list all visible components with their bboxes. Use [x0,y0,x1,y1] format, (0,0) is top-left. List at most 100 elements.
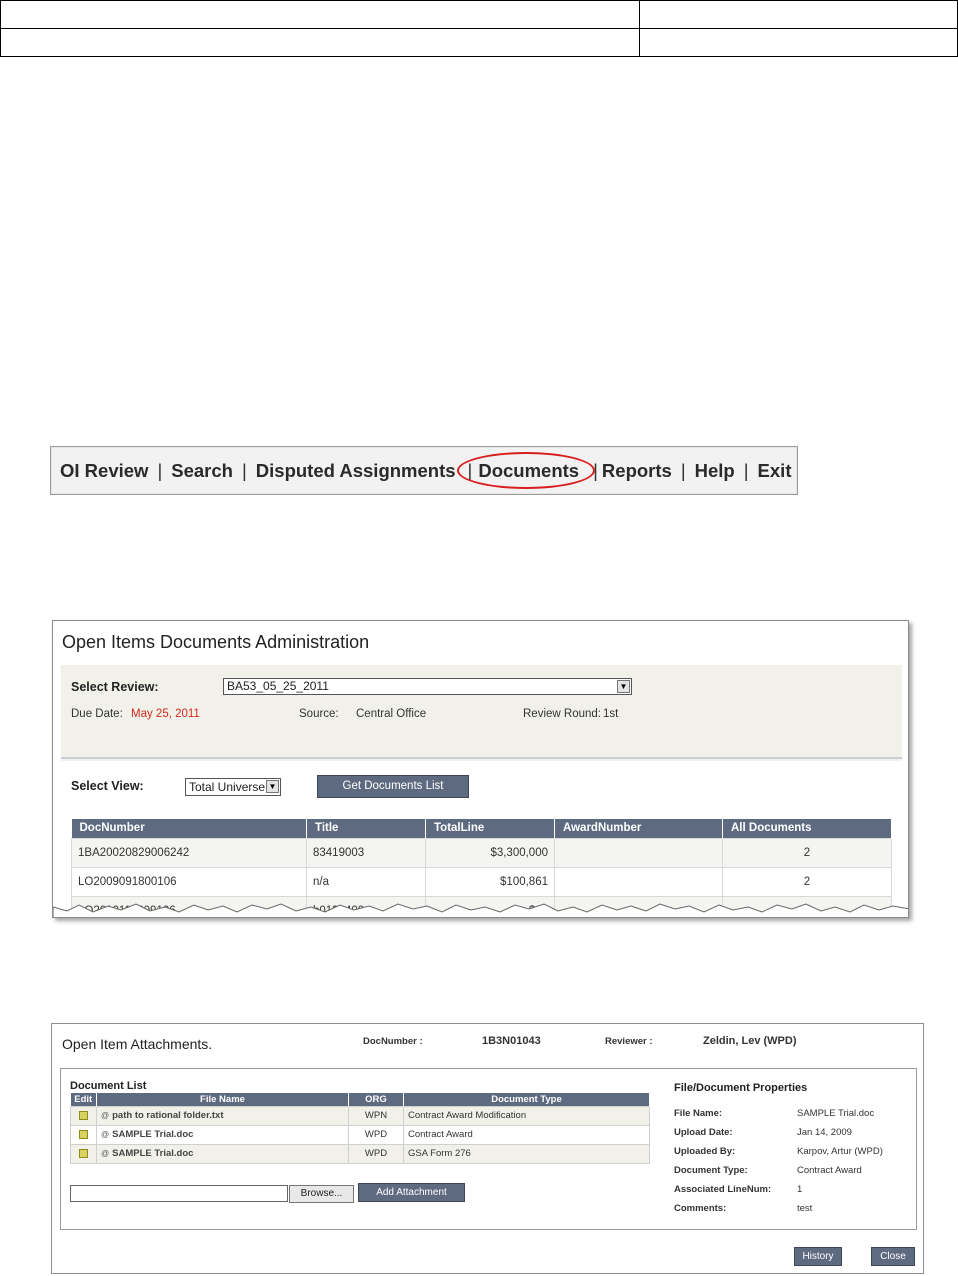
property-value: Karpov, Artur (WPD) [797,1146,883,1157]
top-table [0,0,958,57]
close-button[interactable]: Close [871,1247,915,1266]
nav-help[interactable]: Help [695,460,735,482]
select-review-value: BA53_05_25_2011 [227,679,329,693]
select-view-dropdown[interactable]: Total Universe ▼ [185,778,281,796]
select-view-label: Select View: [71,779,144,793]
edit-icon[interactable] [79,1129,88,1139]
edit-cell[interactable] [70,1143,97,1164]
title-cell: n/a [306,866,426,897]
get-documents-list-button[interactable]: Get Documents List [317,775,469,798]
docnumber-value: 1B3N01043 [482,1035,541,1047]
property-value: test [797,1203,813,1214]
divider [61,757,902,759]
nav-separator: | [157,459,163,481]
nav-bar: OI Review | Search | Disputed Assignment… [50,446,798,495]
property-key: Associated LineNum: [674,1184,772,1195]
nav-documents[interactable]: Documents [478,460,579,482]
column-header[interactable]: TotalLine [425,819,555,838]
property-key: Document Type: [674,1165,748,1176]
table-row[interactable]: @ path to rational folder.txt WPN Contrac… [70,1105,650,1126]
property-key: Upload Date: [674,1127,733,1138]
nav-disputed-assignments[interactable]: Disputed Assignments [256,460,456,482]
doc-number-cell[interactable]: 1BA20020829006242 [71,837,307,868]
column-header: Document Type [403,1093,650,1106]
document-list-box: Document List Edit File Name ORG Documen… [60,1068,917,1230]
total-line-cell: $3,300,000 [425,837,555,868]
column-header: File Name [96,1093,349,1106]
torn-edge [53,903,908,917]
file-name-link[interactable]: SAMPLE Trial.doc [112,1129,193,1140]
property-row: Uploaded By: Karpov, Artur (WPD) [674,1142,914,1161]
due-date-value: May 25, 2011 [131,708,200,720]
property-row: Comments: test [674,1199,914,1218]
nav-exit[interactable]: Exit [758,460,792,482]
property-row: Document Type: Contract Award [674,1161,914,1180]
file-name-cell[interactable]: @ SAMPLE Trial.doc [96,1143,349,1164]
edit-icon[interactable] [79,1110,88,1120]
table-cell [639,0,958,29]
nav-separator: | [593,459,598,481]
paperclip-icon: @ [101,1149,110,1158]
table-cell [0,0,640,29]
docnumber-label: DocNumber : [363,1036,423,1047]
document-list-title: Document List [70,1080,147,1092]
nav-search[interactable]: Search [171,460,233,482]
document-type-cell: Contract Award Modification [403,1105,650,1126]
review-round-value: 1st [603,708,619,720]
title-cell: 83419003 [306,837,426,868]
source-label: Source: [299,708,339,720]
paperclip-icon: @ [101,1130,110,1139]
browse-button[interactable]: Browse... [289,1185,354,1203]
select-review-label: Select Review: [71,680,159,694]
file-name-link[interactable]: path to rational folder.txt [112,1110,223,1121]
org-cell: WPD [348,1124,404,1145]
attachments-title: Open Item Attachments. [62,1036,213,1052]
table-row[interactable]: 1BA20020829006242 83419003 $3,300,000 2 [71,837,892,868]
nav-separator: | [241,459,247,481]
edit-cell[interactable] [70,1124,97,1145]
edit-icon[interactable] [79,1148,88,1158]
due-date-label: Due Date: [71,708,123,720]
column-header: Edit [70,1093,97,1106]
history-button[interactable]: History [794,1247,842,1266]
table-row[interactable]: @ SAMPLE Trial.doc WPD Contract Award [70,1124,650,1145]
nav-reports[interactable]: Reports [602,460,672,482]
table-cell [639,28,958,57]
nav-oi-review[interactable]: OI Review [60,460,148,482]
all-documents-cell[interactable]: 2 [722,837,892,868]
all-documents-cell[interactable]: 2 [722,866,892,897]
nav-separator: | [467,459,473,481]
property-value: 1 [797,1184,803,1195]
chevron-down-icon[interactable]: ▼ [266,780,279,793]
document-type-cell: GSA Form 276 [403,1143,650,1164]
award-number-cell [554,837,723,868]
file-name-cell[interactable]: @ path to rational folder.txt [96,1105,349,1126]
paperclip-icon: @ [101,1111,110,1120]
select-review-dropdown[interactable]: BA53_05_25_2011 ▼ [223,678,632,695]
file-path-input[interactable] [70,1185,288,1202]
table-row[interactable]: LO2009091800106 n/a $100,861 2 [71,866,892,897]
add-attachment-button[interactable]: Add Attachment [358,1183,465,1202]
chevron-down-icon[interactable]: ▼ [617,680,630,693]
file-name-link[interactable]: SAMPLE Trial.doc [112,1148,193,1159]
property-row: Upload Date: Jan 14, 2009 [674,1123,914,1142]
attachments-panel: Open Item Attachments. DocNumber : 1B3N0… [51,1023,924,1274]
doc-number-cell[interactable]: LO2009091800106 [71,866,307,897]
column-header: ORG [348,1093,404,1106]
property-value: Jan 14, 2009 [797,1127,852,1138]
nav-separator: | [680,459,686,481]
column-header[interactable]: AwardNumber [554,819,723,838]
nav-separator: | [743,459,749,481]
property-key: File Name: [674,1108,723,1119]
file-name-cell[interactable]: @ SAMPLE Trial.doc [96,1124,349,1145]
column-header[interactable]: DocNumber [71,819,307,838]
edit-cell[interactable] [70,1105,97,1126]
table-row[interactable]: @ SAMPLE Trial.doc WPD GSA Form 276 [70,1143,650,1164]
reviewer-value: Zeldin, Lev (WPD) [703,1035,797,1047]
documents-admin-panel: Open Items Documents Administration Sele… [52,620,909,918]
property-value: SAMPLE Trial.doc [797,1108,875,1119]
column-header[interactable]: All Documents [722,819,892,838]
column-header[interactable]: Title [306,819,426,838]
table-cell [0,28,640,57]
reviewer-label: Reviewer : [605,1036,653,1047]
